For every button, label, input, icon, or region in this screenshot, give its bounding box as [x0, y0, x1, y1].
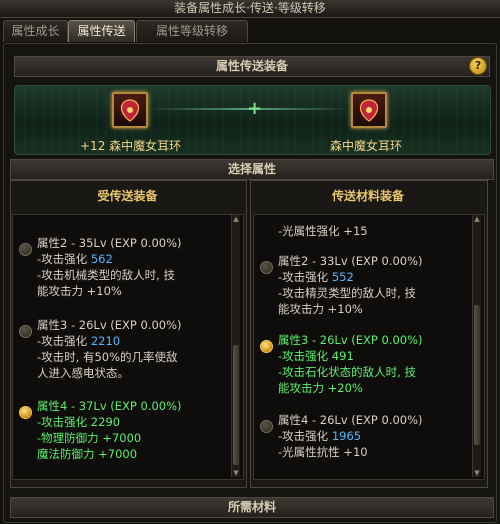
attr-line: -攻击强化 1965 [278, 429, 362, 443]
attr-line: -攻击时, 有50%的几率使敌 [37, 350, 178, 364]
window-title: 装备属性成长·传送·等级转移 [0, 0, 500, 18]
attr-line: -攻击强化 2290 [37, 415, 121, 429]
attr-line: 能攻击力 +20% [278, 381, 363, 395]
attr-line: 能攻击力 +10% [278, 302, 363, 316]
tab-attribute-level-transfer[interactable]: 属性等级转移 [136, 20, 248, 42]
attr-line: 魔法防御力 +7000 [37, 447, 138, 461]
left-scroll-thumb[interactable] [233, 345, 239, 465]
attr-line: -光属性强化 +15 [278, 224, 368, 238]
left-column-header: 受传送装备 [97, 189, 158, 203]
select-attribute-header: 选择属性 [10, 159, 494, 180]
tab-attribute-transfer[interactable]: 属性传送 [68, 20, 135, 42]
attr-line: -攻击强化 552 [278, 270, 354, 284]
radio-right-attr2[interactable] [260, 261, 273, 274]
plus-icon: + [247, 98, 263, 119]
attr-title: 属性2 - 35Lv (EXP 0.00%) [37, 236, 182, 250]
attr-line: -攻击强化 491 [278, 349, 354, 363]
required-materials-header: 所需材料 [10, 497, 494, 518]
attr-title: 属性4 - 37Lv (EXP 0.00%) [37, 399, 182, 413]
right-scrollbar[interactable]: ▲ ▼ [472, 215, 481, 477]
scroll-up-icon[interactable]: ▲ [232, 215, 240, 223]
attr-line: -攻击精灵类型的敌人时, 技 [278, 286, 416, 300]
scroll-down-icon[interactable]: ▼ [473, 469, 481, 477]
attr-title: 属性3 - 26Lv (EXP 0.00%) [37, 318, 182, 332]
scroll-up-icon[interactable]: ▲ [473, 215, 481, 223]
attr-title: 属性2 - 33Lv (EXP 0.00%) [278, 254, 423, 268]
help-button[interactable]: ? [469, 57, 487, 75]
transfer-equipment-header: 属性传送装备 [14, 56, 490, 77]
right-attribute-list: -光属性强化 +15 属性2 - 33Lv (EXP 0.00%) -攻击强化 … [253, 214, 485, 480]
attr-title: 属性3 - 26Lv (EXP 0.00%) [278, 333, 423, 347]
attr-line: -攻击石化状态的敌人时, 技 [278, 365, 416, 379]
earring-icon [359, 99, 379, 122]
radio-left-attr4[interactable] [19, 406, 32, 419]
radio-right-attr3[interactable] [260, 340, 273, 353]
attr-line: -光属性抗性 +10 [278, 445, 368, 459]
target-item-name: 森中魔女耳环 [330, 139, 403, 153]
radio-right-attr4[interactable] [260, 420, 273, 433]
target-item-slot[interactable] [351, 92, 387, 128]
left-attribute-list: 属性2 - 35Lv (EXP 0.00%) -攻击强化 562 -攻击机械类型… [12, 214, 244, 480]
attr-line: -攻击强化 562 [37, 252, 113, 266]
attr-title: 属性4 - 26Lv (EXP 0.00%) [278, 413, 423, 427]
radio-left-attr2[interactable] [19, 243, 32, 256]
source-item-slot[interactable] [112, 92, 148, 128]
attr-line: -攻击强化 2210 [37, 334, 121, 348]
scroll-down-icon[interactable]: ▼ [232, 469, 240, 477]
tab-bar: 属性成长 属性传送 属性等级转移 [0, 18, 500, 42]
right-scroll-thumb[interactable] [474, 305, 480, 445]
radio-left-attr3[interactable] [19, 325, 32, 338]
source-item-name: +12 森中魔女耳环 [80, 139, 182, 153]
left-scrollbar[interactable]: ▲ ▼ [231, 215, 240, 477]
attr-line: 人进入感电状态。 [37, 366, 129, 380]
attr-line: 能攻击力 +10% [37, 284, 122, 298]
attr-line: -攻击机械类型的敌人时, 技 [37, 268, 175, 282]
attr-line: -物理防御力 +7000 [37, 431, 142, 445]
earring-icon [120, 99, 140, 122]
right-column-header: 传送材料装备 [331, 189, 404, 203]
tab-attribute-growth[interactable]: 属性成长 [3, 20, 68, 42]
